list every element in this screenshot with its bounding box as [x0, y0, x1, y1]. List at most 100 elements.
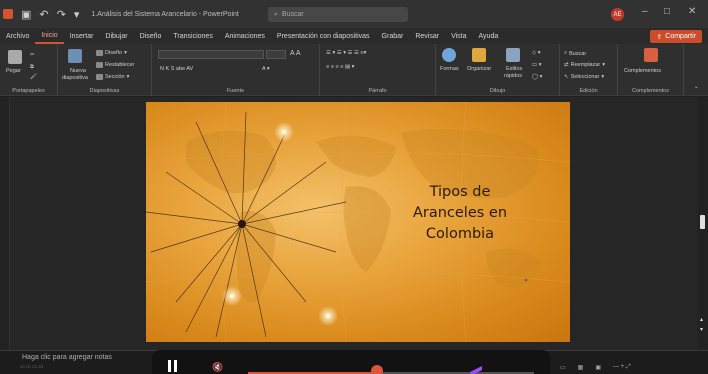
tab-presentación-con-diapositivas[interactable]: Presentación con diapositivas	[271, 28, 376, 44]
addins-button[interactable]: Complementos	[624, 68, 661, 74]
tab-dibujar[interactable]: Dibujar	[99, 28, 133, 44]
tab-insertar[interactable]: Insertar	[64, 28, 100, 44]
layout-icon	[96, 50, 103, 56]
quick-access-toolbar: ▣ ↶ ↷ ▾	[21, 8, 79, 21]
share-button[interactable]: ⇪ Compartir	[650, 30, 702, 43]
addins-icon[interactable]	[644, 48, 658, 62]
select-button[interactable]: ↖ Seleccionar ▾	[564, 74, 604, 80]
document-title: 1.Análisis del Sistema Arancelario - Pow…	[91, 10, 239, 18]
tab-animaciones[interactable]: Animaciones	[219, 28, 271, 44]
slide-title[interactable]: Tipos de Aranceles en Colombia	[390, 182, 530, 245]
arrange-icon[interactable]	[472, 48, 486, 62]
layout-label: Diseño	[105, 50, 123, 56]
select-label: Seleccionar	[570, 74, 600, 80]
align-icons[interactable]: ≡ ≡ ≡ ≡ ▤ ▾	[326, 64, 354, 70]
new-slide-icon[interactable]	[68, 49, 82, 63]
undo-icon[interactable]: ↶	[39, 8, 48, 21]
editing-group: ⌕ Buscar ⇄ Reemplazar ▾ ↖ Seleccionar ▾ Edici…	[560, 44, 618, 96]
font-group: A A N K S abe AV A ▾ Fuente	[152, 44, 320, 96]
status-bar-left: ▭ ▭ ▭ ▭	[20, 364, 44, 370]
reset-button[interactable]: Restablecer	[96, 62, 134, 68]
scroll-up-icon[interactable]: ▴	[700, 316, 703, 323]
quick-styles-icon[interactable]	[506, 48, 520, 62]
shape-fill-icon[interactable]: ◇ ▾	[532, 50, 541, 56]
drawing-group: Formas Organizar Estilos rápidos ◇ ▾ ▭ ▾…	[436, 44, 560, 96]
reading-view-icon[interactable]: ▣	[595, 364, 601, 371]
paragraph-group: ☰ ▾ ☰ ▾ ☰ ☰ ≡▾ ≡ ≡ ≡ ≡ ▤ ▾ Párrafo	[320, 44, 436, 96]
paste-icon[interactable]	[8, 50, 22, 64]
zoom-slider[interactable]: — + ⤢	[613, 364, 631, 371]
restore-button[interactable]: □	[664, 6, 670, 17]
slide-sorter-icon[interactable]: ▦	[578, 364, 584, 371]
shape-outline-icon[interactable]: ▭ ▾	[532, 62, 542, 68]
addins-group: Complementos Complementos	[618, 44, 684, 96]
replace-button[interactable]: ⇄ Reemplazar ▾	[564, 62, 605, 68]
format-painter-icon[interactable]: 🖌	[30, 74, 37, 80]
new-slide-label-2[interactable]: diapositiva	[62, 75, 88, 81]
normal-view-icon[interactable]: ▭	[560, 364, 566, 371]
current-slide[interactable]: Tipos de Aranceles en Colombia	[146, 102, 570, 342]
mute-icon[interactable]: 🔇	[212, 362, 223, 373]
font-name-select[interactable]	[158, 50, 264, 59]
share-label: Compartir	[665, 33, 696, 40]
replace-icon: ⇄	[564, 62, 569, 68]
light-spot-core	[282, 130, 286, 134]
light-spot-core	[230, 294, 234, 298]
powerpoint-icon	[3, 9, 13, 19]
tab-grabar[interactable]: Grabar	[376, 28, 410, 44]
avatar[interactable]: AE	[611, 8, 624, 21]
ribbon: Pegar ✂ ⧉ 🖌 Portapapeles Nueva diapositi…	[0, 44, 708, 96]
tab-diseño[interactable]: Diseño	[134, 28, 168, 44]
tab-vista[interactable]: Vista	[445, 28, 472, 44]
redo-icon[interactable]: ↷	[57, 8, 66, 21]
font-color-icon[interactable]: A ▾	[262, 66, 270, 72]
font-format-buttons[interactable]: N K S abe AV	[160, 66, 193, 72]
shape-effects-icon[interactable]: ◯ ▾	[532, 74, 542, 80]
quick-styles-label-2[interactable]: rápidos	[504, 73, 522, 79]
find-button[interactable]: ⌕ Buscar	[564, 50, 586, 57]
slides-group-label: Diapositivas	[89, 88, 120, 94]
tab-ayuda[interactable]: Ayuda	[473, 28, 505, 44]
addins-group-label: Complementos	[632, 88, 669, 94]
new-slide-label-1[interactable]: Nueva	[70, 68, 86, 74]
scrollbar-thumb[interactable]	[700, 215, 705, 229]
slides-group: Nueva diapositiva Diseño ▾ Restablecer Se…	[58, 44, 152, 96]
find-label: Buscar	[569, 50, 587, 57]
media-player-bar: 🔇	[152, 350, 550, 374]
paste-button[interactable]: Pegar	[6, 68, 21, 74]
customize-icon[interactable]: ▾	[74, 8, 80, 21]
layout-button[interactable]: Diseño ▾	[96, 50, 127, 56]
scroll-down-icon[interactable]: ▾	[700, 326, 703, 333]
tab-archivo[interactable]: Archivo	[0, 28, 35, 44]
arrange-button[interactable]: Organizar	[467, 66, 491, 72]
font-group-label: Fuente	[226, 88, 245, 94]
thumbnail-pane[interactable]	[0, 97, 10, 350]
collapse-ribbon-icon[interactable]: ⌄	[694, 84, 699, 90]
network-hub	[238, 220, 246, 228]
copy-icon[interactable]: ⧉	[30, 64, 34, 71]
minimize-button[interactable]: –	[642, 6, 648, 17]
tab-transiciones[interactable]: Transiciones	[167, 28, 218, 44]
tab-inicio[interactable]: Inicio	[35, 28, 64, 44]
save-icon[interactable]: ▣	[21, 8, 31, 21]
progress-knob[interactable]	[371, 365, 383, 374]
section-icon	[96, 74, 103, 80]
shapes-button[interactable]: Formas	[440, 66, 459, 72]
font-size-buttons[interactable]: A A	[290, 50, 301, 57]
slide-title-line-3: Colombia	[425, 226, 495, 242]
tab-revisar[interactable]: Revisar	[409, 28, 445, 44]
quick-styles-label-1[interactable]: Estilos	[506, 66, 522, 72]
paragraph-group-label: Párrafo	[368, 88, 387, 94]
shapes-icon[interactable]	[442, 48, 456, 62]
slide-title-line-1: Tipos de	[429, 184, 491, 200]
list-icons[interactable]: ☰ ▾ ☰ ▾ ☰ ☰ ≡▾	[326, 50, 366, 56]
reset-label: Restablecer	[105, 62, 135, 68]
search-input[interactable]: ⌕ Buscar	[268, 7, 408, 22]
map-dot	[524, 278, 528, 282]
cut-icon[interactable]: ✂	[30, 52, 35, 58]
select-icon: ↖	[564, 74, 569, 80]
font-size-select[interactable]	[266, 50, 286, 59]
close-button[interactable]: ✕	[688, 6, 696, 17]
pause-icon[interactable]	[168, 360, 178, 372]
section-button[interactable]: Sección ▾	[96, 74, 129, 80]
